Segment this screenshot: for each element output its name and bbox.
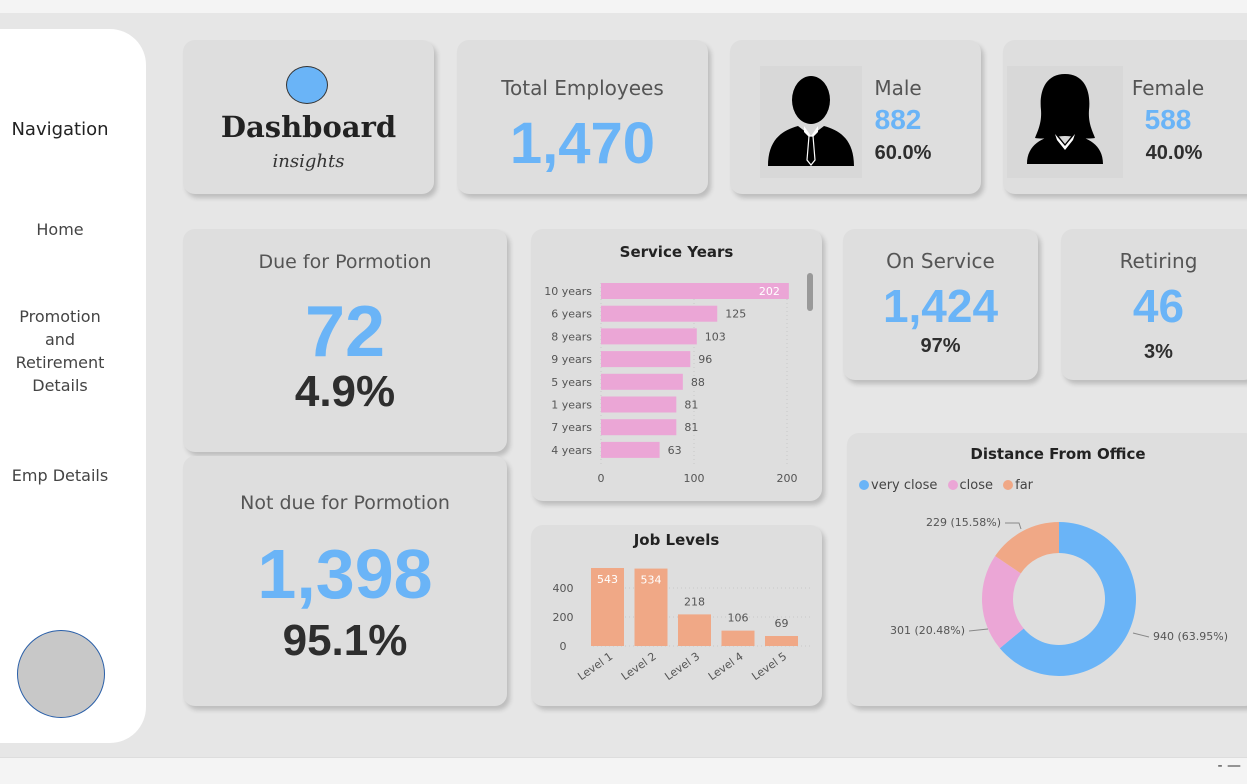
logo-circle-icon bbox=[286, 66, 328, 104]
on-service-label: On Service bbox=[886, 249, 995, 273]
y-tick-label: 9 years bbox=[551, 353, 592, 366]
job-levels-card: Job Levels 0 200 400 543 Level 1 534 Level 2 21… bbox=[531, 525, 822, 706]
scrollbar-thumb bbox=[807, 273, 813, 311]
service-years-card: Service Years 0 100 200 10 years 202 6 years 1… bbox=[531, 229, 822, 501]
nav-circle-button[interactable] bbox=[17, 630, 105, 718]
data-label: 125 bbox=[725, 308, 746, 321]
male-label: Male bbox=[874, 76, 922, 100]
retiring-value: 46 bbox=[1132, 280, 1185, 332]
y-tick-label: 8 years bbox=[551, 330, 592, 343]
x-tick-label: Level 5 bbox=[749, 650, 789, 683]
data-label: 543 bbox=[597, 573, 618, 586]
data-label: 103 bbox=[705, 330, 726, 343]
on-service-value: 1,424 bbox=[882, 280, 999, 332]
y-tick-label: 7 years bbox=[551, 421, 592, 434]
top-strip bbox=[0, 0, 1247, 13]
not-due-promotion-pct: 95.1% bbox=[282, 616, 408, 665]
bar bbox=[601, 419, 677, 436]
y-tick-label: 6 years bbox=[551, 308, 592, 321]
y-tick-label: 200 bbox=[553, 611, 574, 624]
leader-line bbox=[1005, 522, 1022, 530]
data-label: 534 bbox=[641, 574, 662, 587]
leader-line bbox=[1132, 632, 1150, 638]
retiring-label: Retiring bbox=[1119, 249, 1198, 273]
data-label: 69 bbox=[775, 617, 789, 630]
y-tick-label: 1 years bbox=[551, 399, 592, 412]
female-label: Female bbox=[1131, 76, 1205, 100]
total-employees-card: Total Employees 1,470 bbox=[457, 40, 708, 194]
data-label: 301 (20.48%) bbox=[890, 624, 965, 637]
service-years-chart: 0 100 200 10 years 202 6 years 125 8 years 103 9 … bbox=[544, 273, 813, 485]
y-tick-label: 400 bbox=[553, 582, 574, 595]
dashboard-title: Dashboard bbox=[220, 110, 397, 144]
total-employees-value: 1,470 bbox=[509, 111, 656, 176]
male-pct: 60.0% bbox=[874, 142, 932, 164]
job-levels-chart: 0 200 400 543 Level 1 534 Level 2 218 Level 3 106… bbox=[553, 568, 813, 683]
due-for-promotion-card: Due for Pormotion 72 4.9% bbox=[183, 229, 507, 452]
data-label: 81 bbox=[684, 421, 698, 434]
data-label: 106 bbox=[728, 612, 749, 625]
not-due-promotion-value: 1,398 bbox=[257, 535, 433, 613]
retiring-pct: 3% bbox=[1144, 341, 1173, 363]
male-person-icon bbox=[768, 76, 854, 166]
sidebar-title: Navigation bbox=[11, 119, 109, 140]
bar bbox=[678, 614, 711, 646]
y-tick-label: 10 years bbox=[544, 285, 592, 298]
sidebar-item-home[interactable]: Home bbox=[0, 218, 120, 241]
female-card: Female 588 40.0% bbox=[1003, 40, 1247, 194]
distance-donut-chart: 940 (63.95%) 301 (20.48%) 229 (15.58%) bbox=[890, 516, 1228, 676]
data-label: 202 bbox=[759, 285, 780, 298]
female-person-icon bbox=[1027, 74, 1103, 164]
data-label: 218 bbox=[684, 595, 705, 608]
bar bbox=[601, 305, 718, 322]
total-employees-label: Total Employees bbox=[501, 76, 664, 100]
minimize-dash-icon: - — bbox=[1217, 758, 1241, 774]
due-for-promotion-value: 72 bbox=[304, 292, 386, 372]
x-tick-label: Level 2 bbox=[619, 650, 659, 683]
y-tick-label: 4 years bbox=[551, 444, 592, 457]
x-tick-label: 100 bbox=[684, 472, 705, 485]
female-pct: 40.0% bbox=[1145, 142, 1203, 164]
not-due-promotion-label: Not due for Pormotion bbox=[240, 492, 450, 514]
data-label: 63 bbox=[668, 444, 682, 457]
dashboard-subtitle: insights bbox=[272, 151, 345, 172]
bar bbox=[601, 351, 691, 368]
bar bbox=[601, 328, 697, 345]
data-label: 229 (15.58%) bbox=[926, 516, 1001, 529]
bar bbox=[765, 635, 798, 646]
not-due-promotion-card: Not due for Pormotion 1,398 95.1% bbox=[183, 456, 507, 706]
x-tick-label: Level 1 bbox=[575, 650, 615, 683]
dashboard-title-card: Dashboard insights bbox=[183, 40, 434, 194]
bottom-strip: - — bbox=[0, 757, 1247, 784]
x-tick-label: 200 bbox=[777, 472, 798, 485]
sidebar-item-emp-details[interactable]: Emp Details bbox=[0, 464, 120, 487]
sidebar-item-promotion-retirement[interactable]: Promotion and Retirement Details bbox=[0, 305, 120, 397]
due-for-promotion-pct: 4.9% bbox=[294, 367, 396, 416]
retiring-card: Retiring 46 3% bbox=[1061, 229, 1247, 380]
data-label: 940 (63.95%) bbox=[1153, 630, 1228, 643]
data-label: 96 bbox=[698, 353, 712, 366]
male-person-box bbox=[760, 66, 862, 178]
female-count: 588 bbox=[1144, 104, 1192, 135]
due-for-promotion-label: Due for Pormotion bbox=[258, 251, 432, 273]
male-card: Male 882 60.0% bbox=[730, 40, 981, 194]
bar bbox=[721, 630, 755, 646]
sidebar: Navigation Home Promotion and Retirement… bbox=[0, 29, 146, 743]
male-count: 882 bbox=[874, 104, 922, 135]
on-service-card: On Service 1,424 97% bbox=[843, 229, 1038, 380]
y-tick-label: 0 bbox=[560, 640, 567, 653]
data-label: 88 bbox=[691, 376, 705, 389]
x-tick-label: Level 4 bbox=[706, 650, 746, 683]
distance-from-office-card: Distance From Office very close close fa… bbox=[847, 433, 1247, 706]
bar bbox=[601, 396, 677, 413]
x-tick-label: Level 3 bbox=[662, 650, 702, 683]
leader-line bbox=[968, 628, 989, 632]
bar bbox=[601, 373, 683, 390]
x-tick-label: 0 bbox=[598, 472, 605, 485]
y-tick-label: 5 years bbox=[551, 376, 592, 389]
bar bbox=[601, 441, 660, 458]
female-person-box bbox=[1007, 66, 1123, 178]
on-service-pct: 97% bbox=[920, 335, 961, 357]
data-label: 81 bbox=[684, 399, 698, 412]
